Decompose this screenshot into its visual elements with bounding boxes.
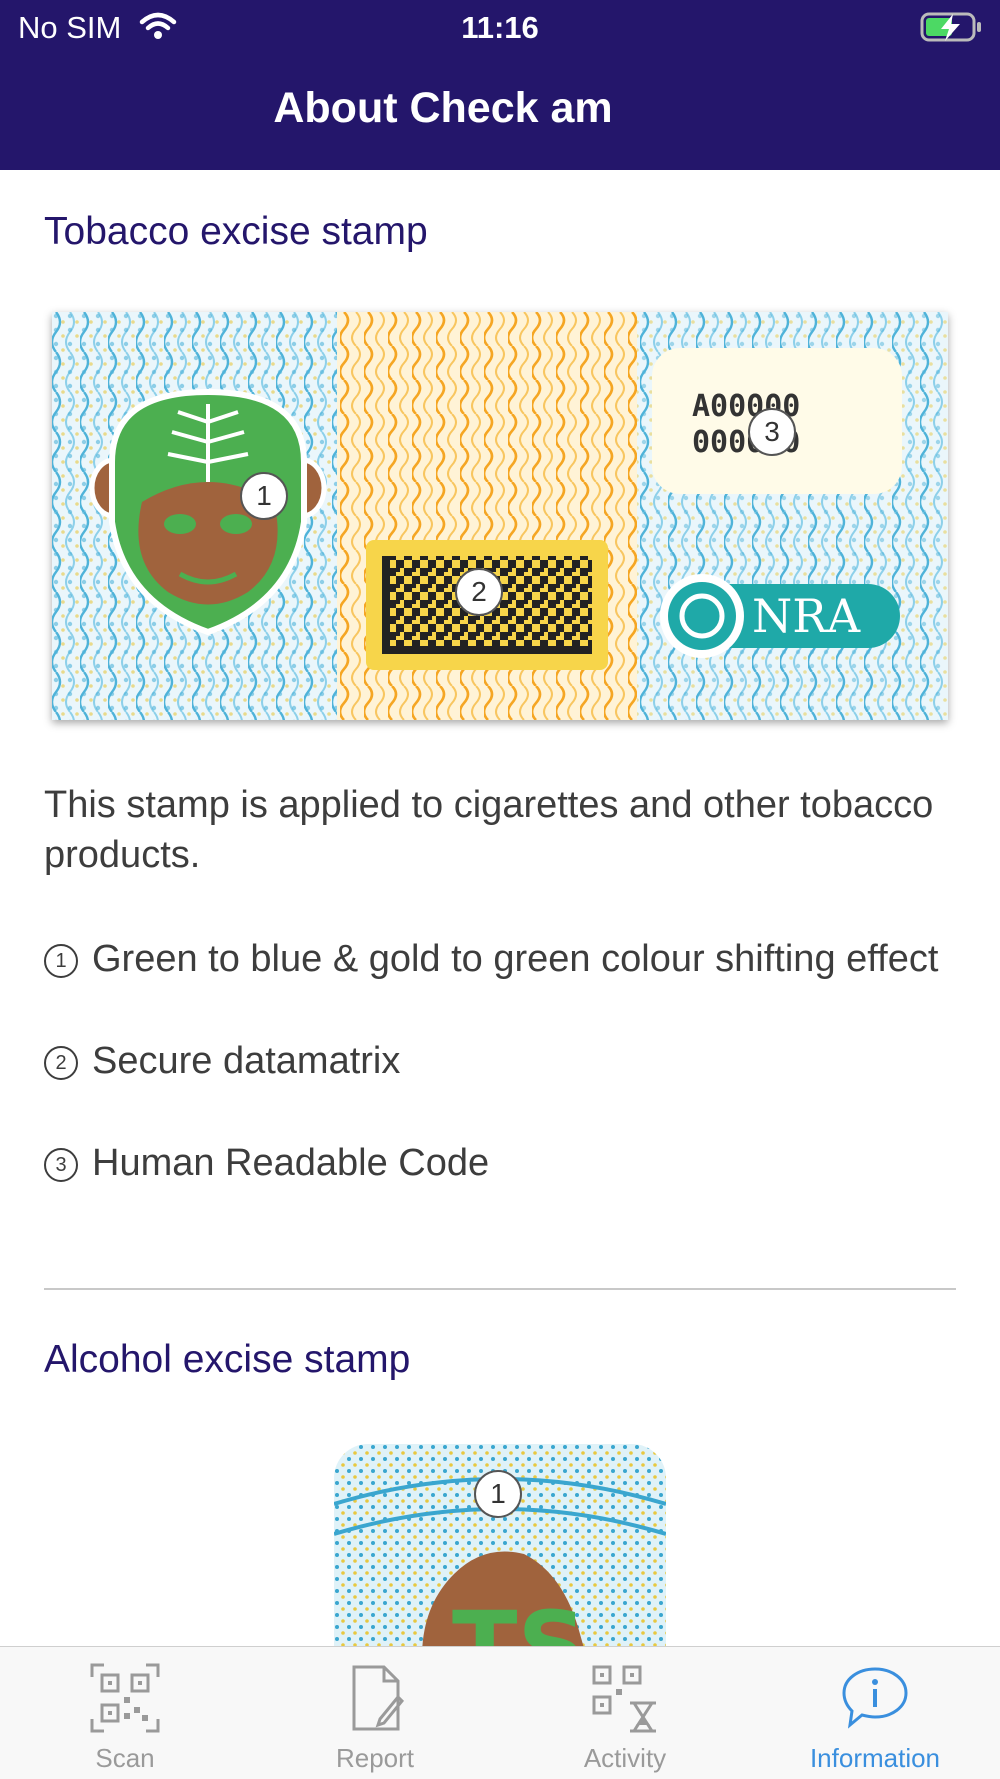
tobacco-section-title: Tobacco excise stamp (44, 210, 428, 253)
tab-label: Report (335, 1743, 415, 1773)
tab-label: Information (809, 1743, 941, 1773)
feature-item: 3 Human Readable Code (44, 1138, 964, 1188)
section-divider (44, 1288, 956, 1290)
feature-text: Green to blue & gold to green colour shi… (92, 938, 939, 980)
feature-text: Secure datamatrix (92, 1040, 401, 1082)
feature-number: 1 (44, 944, 78, 978)
tobacco-stamp-image: A00000 000000 NRA (52, 312, 948, 720)
feature-marker-2: 2 (455, 568, 503, 616)
document-icon (352, 1665, 405, 1731)
tab-scan[interactable]: Scan (0, 1647, 250, 1779)
info-content[interactable]: Tobacco excise stamp A00000 000000 NRA 1… (0, 170, 1000, 1646)
feature-marker-3: 3 (748, 408, 796, 456)
feature-marker-1: 1 (240, 472, 288, 520)
tab-activity[interactable]: Activity (500, 1647, 750, 1779)
tobacco-description: This stamp is applied to cigarettes and … (44, 784, 934, 876)
top-bar: No SIM 11:16 About Check am (0, 0, 1000, 170)
tab-report[interactable]: Report (250, 1647, 500, 1779)
tab-information[interactable]: Information (750, 1647, 1000, 1779)
status-time: 11:16 (461, 10, 539, 45)
page-title: About Check am (273, 84, 613, 132)
feature-item: 1 Green to blue & gold to green colour sh… (44, 934, 964, 984)
tab-label: Activity (583, 1743, 667, 1773)
feature-number: 3 (44, 1148, 78, 1182)
feature-number: 2 (44, 1046, 78, 1080)
qr-code-icon (90, 1663, 160, 1733)
tab-bar: Scan Report Activity Information (0, 1646, 1000, 1779)
activity-icon (592, 1665, 656, 1733)
feature-item: 2 Secure datamatrix (44, 1036, 964, 1086)
alcohol-section-title: Alcohol excise stamp (44, 1338, 411, 1381)
alcohol-feature-marker-1: 1 (474, 1470, 522, 1518)
feature-text: Human Readable Code (92, 1142, 490, 1184)
info-icon (842, 1667, 908, 1729)
stamp-logo-text: NRA (752, 589, 861, 643)
battery-charging-icon (920, 10, 984, 44)
tab-label: Scan (95, 1743, 155, 1773)
alcohol-stamp-text: TS (452, 1591, 587, 1646)
